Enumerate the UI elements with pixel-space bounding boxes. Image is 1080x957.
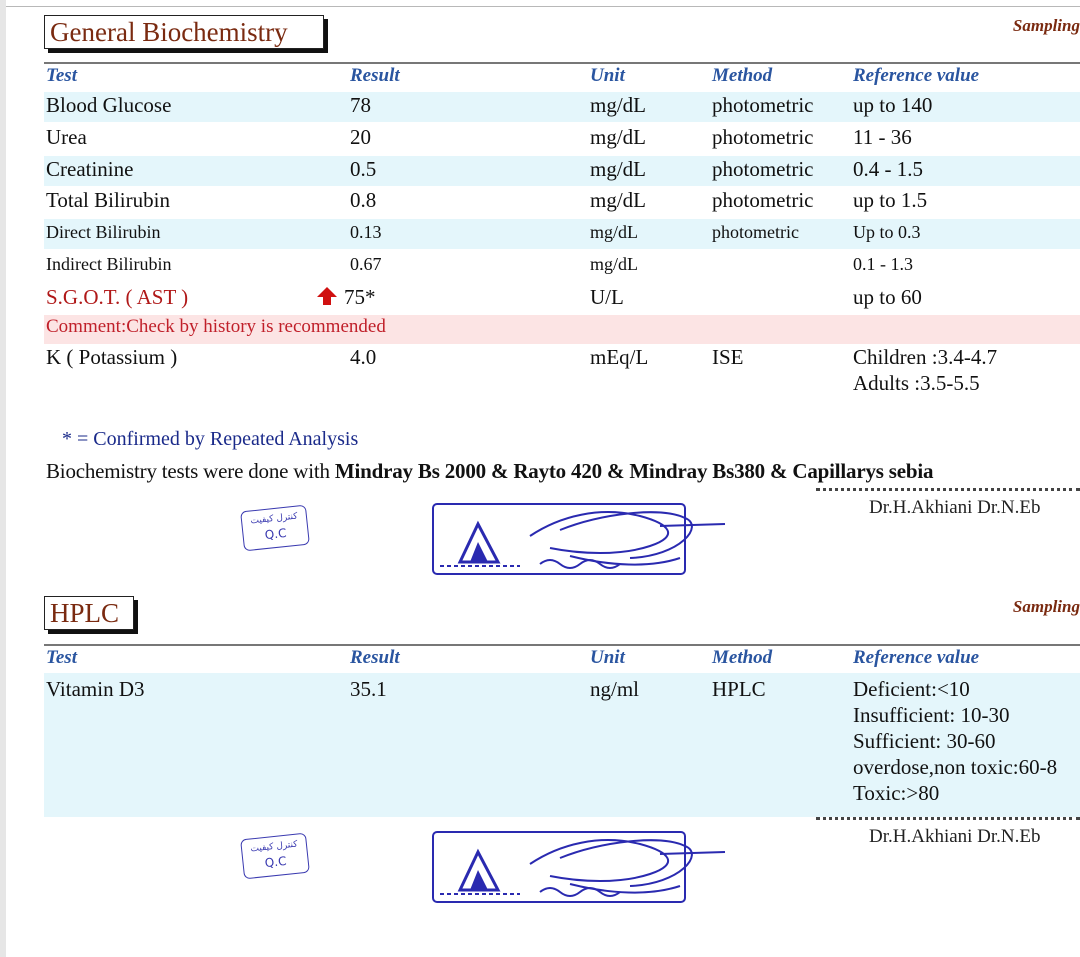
comment-row: Comment:Check by history is recommended	[44, 315, 1080, 344]
test-name: Total Bilirubin	[46, 188, 170, 212]
qc-stamp: کنترل کیفیت Q.C	[240, 504, 310, 552]
sampling-label: Sampling	[1012, 597, 1080, 616]
method: ISE	[712, 345, 744, 369]
col-header-method: Method	[712, 65, 773, 86]
method: photometric	[712, 222, 799, 242]
instrument-note: Biochemistry tests were done with Mindra…	[46, 459, 933, 484]
unit: U/L	[590, 285, 624, 309]
high-arrow-icon	[317, 287, 337, 305]
table-row: K ( Potassium ) 4.0 mEq/L ISE Children :…	[44, 345, 1080, 401]
section-title: General Biochemistry	[44, 15, 324, 49]
top-rule	[6, 0, 1080, 7]
header-rule	[44, 644, 1080, 646]
test-name: Vitamin D3	[46, 677, 145, 701]
reference-value: 0.1 - 1.3	[853, 254, 913, 274]
reference-value-line2: Adults :3.5-5.5	[853, 371, 980, 395]
table-row: Total Bilirubin 0.8 mg/dL photometric up…	[44, 187, 1080, 217]
unit: mg/dL	[590, 188, 646, 212]
unit: ng/ml	[590, 677, 640, 701]
test-name: Creatinine	[46, 157, 134, 181]
result-value: 78	[350, 93, 371, 117]
header-rule	[44, 62, 1080, 64]
unit: mg/dL	[590, 222, 638, 242]
signature-line	[816, 488, 1080, 491]
table-row: Urea 20 mg/dL photometric 11 - 36	[44, 124, 1080, 154]
result-value: 4.0	[350, 345, 377, 369]
table-row: Creatinine 0.5 mg/dL photometric 0.4 - 1…	[44, 156, 1080, 186]
unit: mg/dL	[590, 254, 638, 274]
table-row-flagged: S.G.O.T. ( AST ) 75* U/L up to 60	[44, 284, 1080, 314]
test-name: S.G.O.T. ( AST )	[46, 285, 189, 309]
table-row: Vitamin D3 35.1 ng/ml HPLC Deficient:<10…	[44, 673, 1080, 817]
reference-value: Children :3.4-4.7	[853, 345, 998, 369]
comment-text: Comment:Check by history is recommended	[46, 316, 386, 337]
lab-seal-signature	[432, 503, 726, 575]
reference-value: Up to 0.3	[853, 222, 921, 242]
method: photometric	[712, 125, 814, 149]
method: HPLC	[712, 677, 766, 701]
reference-value: up to 1.5	[853, 188, 928, 212]
result-value: 0.67	[350, 254, 382, 274]
table-row: Indirect Bilirubin 0.67 mg/dL 0.1 - 1.3	[44, 251, 1080, 281]
doctor-names: Dr.H.Akhiani Dr.N.Eb	[869, 497, 1041, 518]
col-header-test: Test	[46, 647, 77, 668]
unit: mg/dL	[590, 157, 646, 181]
qc-stamp: کنترل کیفیت Q.C	[240, 832, 310, 880]
result-value: 35.1	[350, 677, 387, 701]
test-name: K ( Potassium )	[46, 345, 178, 369]
unit: mg/dL	[590, 125, 646, 149]
section-title: HPLC	[44, 596, 134, 630]
result-value: 0.13	[350, 222, 382, 242]
page-edge	[0, 0, 6, 957]
test-name: Indirect Bilirubin	[46, 254, 172, 274]
result-value: 20	[350, 125, 371, 149]
method: photometric	[712, 188, 814, 212]
result-value: 0.8	[350, 188, 377, 212]
result-value: 75*	[344, 285, 376, 309]
footnote: * = Confirmed by Repeated Analysis	[62, 428, 359, 450]
reference-value: 0.4 - 1.5	[853, 157, 923, 181]
unit: mg/dL	[590, 93, 646, 117]
reference-line: Deficient:<10	[853, 677, 970, 701]
table-row: Direct Bilirubin 0.13 mg/dL photometric …	[44, 219, 1080, 249]
col-header-unit: Unit	[590, 647, 625, 668]
col-header-reference: Reference value	[853, 65, 980, 86]
col-header-result: Result	[350, 65, 400, 86]
instrument-names: Mindray Bs 2000 & Rayto 420 & Mindray Bs…	[334, 459, 934, 483]
doctor-names: Dr.H.Akhiani Dr.N.Eb	[869, 826, 1041, 847]
test-name: Direct Bilirubin	[46, 222, 161, 242]
col-header-method: Method	[712, 647, 773, 668]
col-header-result: Result	[350, 647, 400, 668]
lab-seal-signature	[432, 831, 726, 903]
sampling-label: Sampling	[1012, 16, 1080, 35]
result-value-flagged: 75*	[316, 285, 376, 310]
result-value: 0.5	[350, 157, 377, 181]
method: photometric	[712, 157, 814, 181]
reference-line: overdose,non toxic:60-8	[853, 755, 1058, 779]
col-header-reference: Reference value	[853, 647, 980, 668]
reference-line: Sufficient: 30-60	[853, 729, 996, 753]
reference-value: 11 - 36	[853, 125, 912, 149]
reference-line: Insufficient: 10-30	[853, 703, 1010, 727]
reference-value: up to 60	[853, 285, 922, 309]
reference-line: Toxic:>80	[853, 781, 940, 805]
unit: mEq/L	[590, 345, 649, 369]
col-header-unit: Unit	[590, 65, 625, 86]
test-name: Blood Glucose	[46, 93, 172, 117]
signature-line	[816, 817, 1080, 820]
instrument-prefix: Biochemistry tests were done with	[46, 459, 335, 483]
test-name: Urea	[46, 125, 87, 149]
table-row: Blood Glucose 78 mg/dL photometric up to…	[44, 92, 1080, 122]
col-header-test: Test	[46, 65, 77, 86]
reference-value: up to 140	[853, 93, 933, 117]
method: photometric	[712, 93, 814, 117]
